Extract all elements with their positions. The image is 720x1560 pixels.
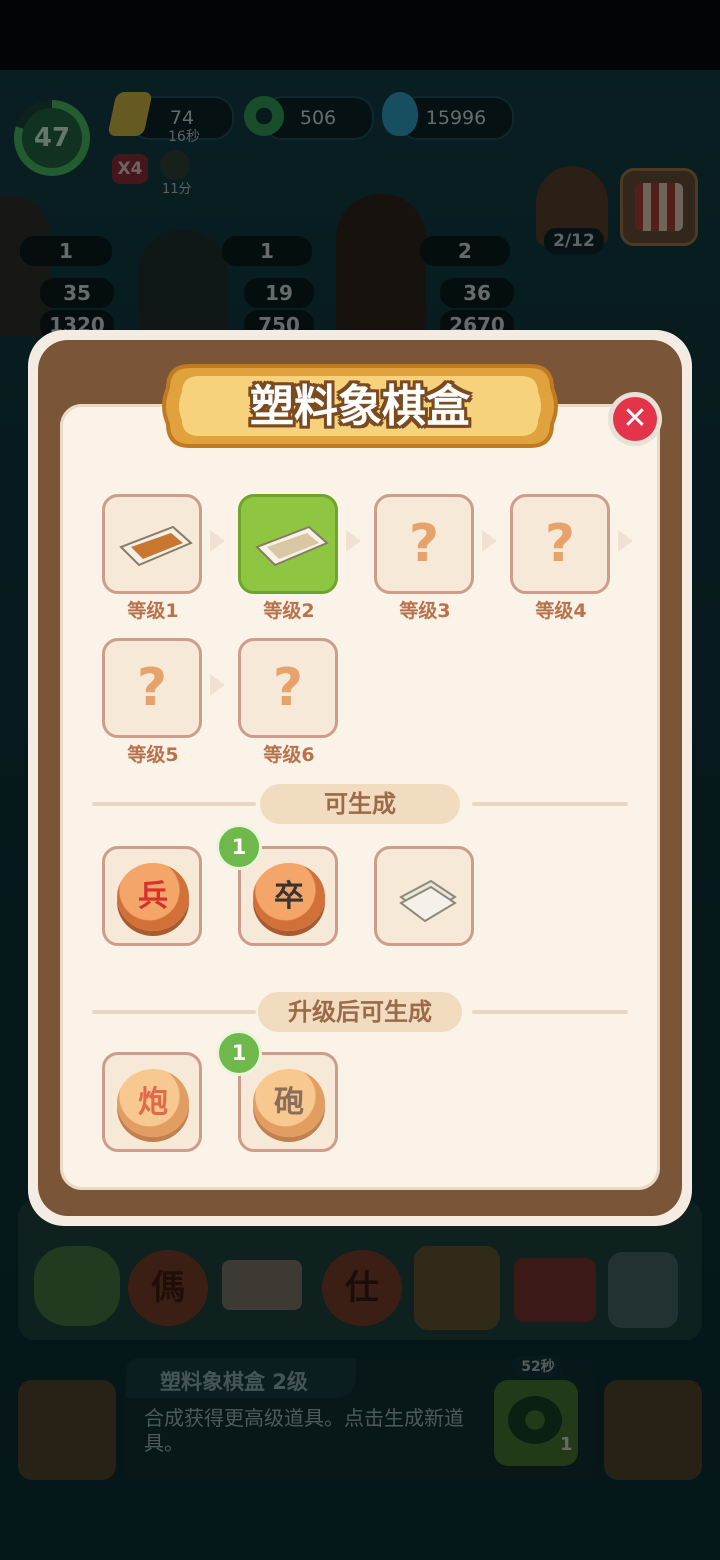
count-badge: 1 [216,824,262,870]
upgrade-item-1[interactable]: 炮 [102,1052,202,1152]
level-label-4: 等级4 [535,600,587,622]
paper-sheets-icon [399,879,457,923]
piece-glyph: 砲 [274,1085,304,1120]
chain-arrow-icon [482,530,504,558]
piece-glyph: 炮 [138,1085,168,1120]
chess-piece-icon: 兵 [117,863,189,931]
chess-piece-icon: 卒 [253,863,325,931]
level-label-2: 等级2 [263,600,315,622]
chain-arrow-icon [618,530,640,558]
close-button[interactable]: ✕ [608,392,662,446]
chain-arrow-icon [210,674,232,702]
level-slot-5[interactable]: ? [102,638,202,738]
count-badge: 1 [216,1030,262,1076]
level-slot-2[interactable] [238,494,338,594]
section-label-upgrade: 升级后可生成 [258,992,462,1032]
section-divider-left [92,1010,256,1014]
chess-piece-icon: 砲 [253,1069,325,1137]
level-label-5: 等级5 [127,744,179,766]
level-slot-6[interactable]: ? [238,638,338,738]
unknown-icon: ? [272,658,304,718]
level-label-6: 等级6 [263,744,315,766]
section-divider-right [472,1010,628,1014]
close-icon: ✕ [613,397,657,441]
chess-box-icon [119,525,193,567]
modal-title: 塑料象棋盒 [250,381,470,432]
generate-item-3[interactable] [374,846,474,946]
chess-box-icon [255,525,329,567]
level-label-3: 等级3 [399,600,451,622]
level-label-1: 等级1 [127,600,179,622]
generate-item-1[interactable]: 兵 [102,846,202,946]
chain-arrow-icon [210,530,232,558]
section-label-generate: 可生成 [260,784,460,824]
unknown-icon: ? [408,514,440,574]
section-divider-right [472,802,628,806]
section-divider-left [92,802,256,806]
piece-glyph: 卒 [274,879,304,914]
piece-glyph: 兵 [138,879,168,914]
level-slot-3[interactable]: ? [374,494,474,594]
chain-arrow-icon [346,530,368,558]
level-slot-1[interactable] [102,494,202,594]
chess-piece-icon: 炮 [117,1069,189,1137]
unknown-icon: ? [544,514,576,574]
unknown-icon: ? [136,658,168,718]
level-slot-4[interactable]: ? [510,494,610,594]
